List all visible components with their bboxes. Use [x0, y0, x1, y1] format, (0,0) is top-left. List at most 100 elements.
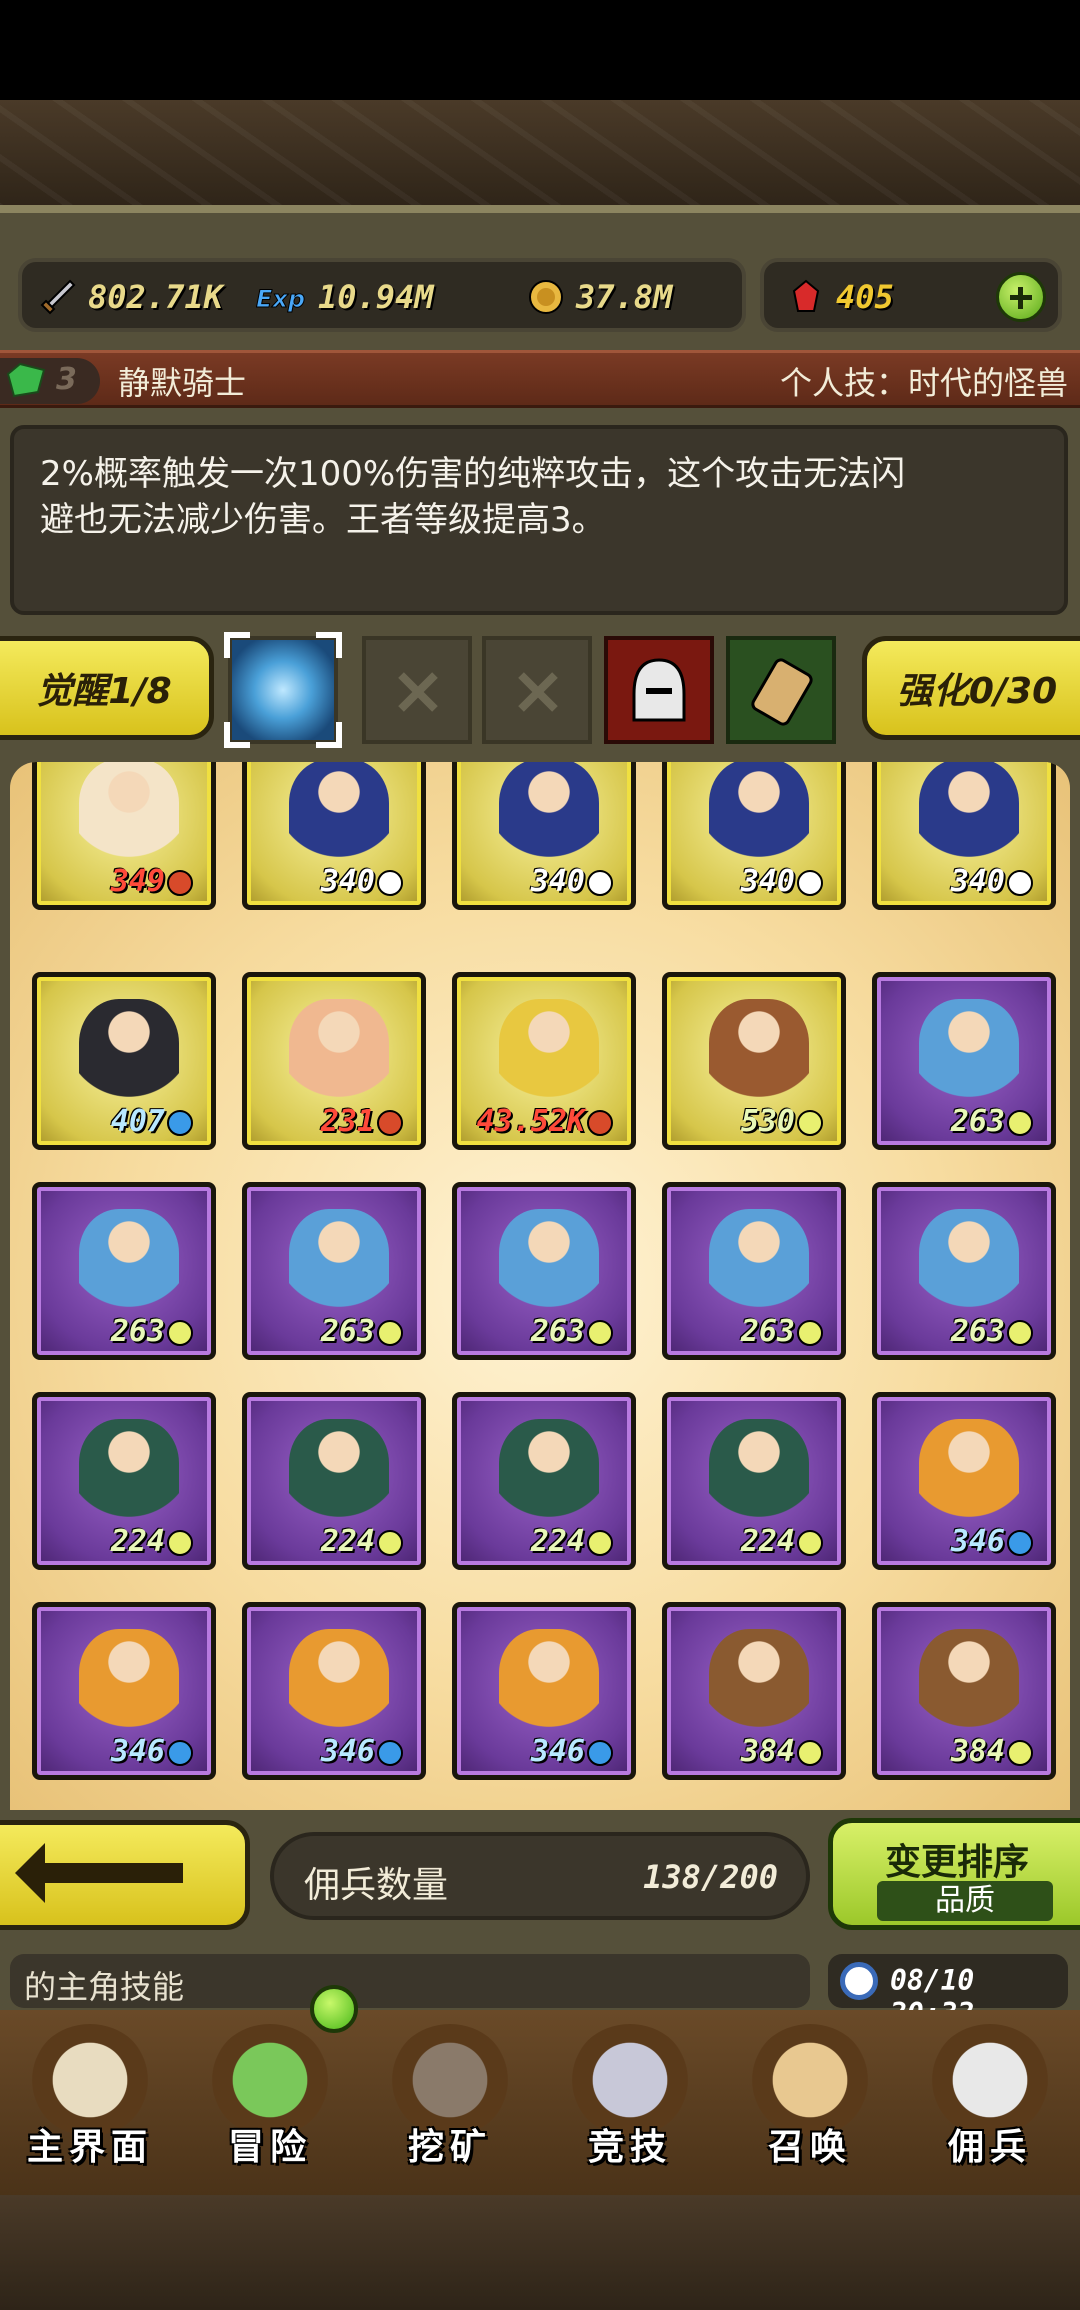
mercenary-level: 340 [531, 864, 613, 899]
mercenary-card[interactable]: 346 [452, 1602, 636, 1780]
nav-label: 召唤 [767, 2127, 852, 2168]
mercenary-card[interactable]: 340 [452, 762, 636, 910]
mercenary-portrait [709, 1419, 809, 1529]
mercenary-card[interactable]: 224 [242, 1392, 426, 1570]
plus-badge-icon [1007, 1739, 1033, 1766]
enhance-button[interactable]: 强化0/30 [862, 636, 1080, 740]
mercenary-level: 340 [951, 864, 1033, 899]
mercenary-card[interactable]: 384 [662, 1602, 846, 1780]
no-badge-icon [587, 1109, 613, 1136]
mercenary-portrait [499, 1419, 599, 1529]
mercenary-portrait [289, 762, 389, 869]
nav-tent[interactable]: 佣兵 [900, 2010, 1080, 2200]
mercenary-card[interactable]: 263 [872, 1182, 1056, 1360]
nav-label: 冒险 [227, 2127, 312, 2168]
nav-pickaxe[interactable]: 挖矿 [360, 2010, 540, 2200]
rune-slot-1[interactable] [224, 632, 342, 748]
nav-scroll[interactable]: 召唤 [720, 2010, 900, 2200]
plus-badge-icon [797, 1529, 823, 1556]
mercenary-level: 384 [951, 1734, 1033, 1769]
mercenary-card[interactable]: 340 [242, 762, 426, 910]
mercenary-card[interactable]: 340 [872, 762, 1056, 910]
mercenary-card[interactable]: 346 [872, 1392, 1056, 1570]
mercenary-level: 340 [321, 864, 403, 899]
mercenary-card[interactable]: 530 [662, 972, 846, 1150]
q-badge-icon [1007, 869, 1033, 896]
mercenary-level: 224 [111, 1524, 193, 1559]
mercenary-level: 349 [111, 864, 193, 899]
mercenary-card[interactable]: 263 [452, 1182, 636, 1360]
mercenary-card[interactable]: 224 [662, 1392, 846, 1570]
emerald-icon [6, 362, 46, 398]
nav-island[interactable]: 冒险 [180, 2010, 360, 2200]
plus-badge-icon [167, 1529, 193, 1556]
mercenary-count-value: 138/200 [643, 1858, 778, 1896]
mercenary-card[interactable]: 263 [32, 1182, 216, 1360]
scroll-icon [751, 658, 813, 726]
rune-slot-3-locked[interactable] [482, 636, 592, 744]
star-badge-icon [1007, 1529, 1033, 1556]
mercenary-card[interactable]: 224 [32, 1392, 216, 1570]
change-sort-button[interactable]: 变更排序 品质 [828, 1818, 1080, 1930]
mercenary-portrait [919, 762, 1019, 869]
mercenary-portrait [289, 1629, 389, 1739]
map-background [0, 100, 1080, 210]
mercenary-level: 263 [111, 1314, 193, 1349]
plus-badge-icon [797, 1739, 823, 1766]
mercenary-portrait [79, 999, 179, 1109]
mercenary-card[interactable]: 43.52K [452, 972, 636, 1150]
exp-resource: Exp 10.94M [254, 274, 434, 320]
mercenary-level: 346 [321, 1734, 403, 1769]
mercenary-card[interactable]: 224 [452, 1392, 636, 1570]
plus-badge-icon [797, 1109, 823, 1136]
plus-badge-icon [1007, 1109, 1033, 1136]
gem-resource-bar: 405 [760, 258, 1062, 332]
mercenary-card[interactable]: 263 [662, 1182, 846, 1360]
mercenary-portrait [709, 999, 809, 1109]
mercenary-level: 263 [741, 1314, 823, 1349]
no-badge-icon [167, 869, 193, 896]
notification-dot [310, 1985, 358, 2033]
nav-label: 竞技 [587, 2127, 672, 2168]
plus-badge-icon [587, 1529, 613, 1556]
add-gems-button[interactable] [996, 272, 1046, 322]
scroll-slot[interactable] [726, 636, 836, 744]
mercenary-card[interactable]: 263 [872, 972, 1056, 1150]
mercenary-card[interactable]: 346 [32, 1602, 216, 1780]
q-badge-icon [377, 869, 403, 896]
clock-icon [840, 1962, 878, 2000]
skill-name: 静默骑士 [118, 364, 247, 402]
plus-badge-icon [377, 1319, 403, 1346]
nav-crossed-swords[interactable]: 竞技 [540, 2010, 720, 2200]
mercenary-card[interactable]: 263 [242, 1182, 426, 1360]
mercenary-card[interactable]: 346 [242, 1602, 426, 1780]
mercenary-portrait [709, 762, 809, 869]
bottom-map-background [0, 2195, 1080, 2310]
mercenary-level: 224 [741, 1524, 823, 1559]
plus-badge-icon [797, 1319, 823, 1346]
mercenary-card[interactable]: 384 [872, 1602, 1056, 1780]
mercenary-level: 263 [951, 1314, 1033, 1349]
awaken-button[interactable]: 觉醒1/8 [0, 636, 214, 740]
mercenary-level: 224 [531, 1524, 613, 1559]
mercenary-level: 263 [321, 1314, 403, 1349]
star-badge-icon [167, 1739, 193, 1766]
mercenary-portrait [79, 1629, 179, 1739]
mercenary-portrait [919, 1629, 1019, 1739]
mercenary-card[interactable]: 231 [242, 972, 426, 1150]
exp-icon: Exp [256, 285, 306, 314]
plus-badge-icon [587, 1319, 613, 1346]
rune-slot-2-locked[interactable] [362, 636, 472, 744]
nav-label: 佣兵 [947, 2127, 1032, 2168]
helmet-slot[interactable] [604, 636, 714, 744]
selection-corner [224, 722, 250, 748]
mercenary-level: 224 [321, 1524, 403, 1559]
mercenary-level: 384 [741, 1734, 823, 1769]
mercenary-card[interactable]: 407 [32, 972, 216, 1150]
back-button[interactable] [0, 1820, 250, 1930]
mercenary-card[interactable]: 340 [662, 762, 846, 910]
gold-value: 37.8M [576, 278, 673, 316]
mercenary-count-bar: 佣兵数量 138/200 [270, 1832, 810, 1920]
nav-map-scroll[interactable]: 主界面 [0, 2010, 180, 2200]
mercenary-card[interactable]: 349 [32, 762, 216, 910]
